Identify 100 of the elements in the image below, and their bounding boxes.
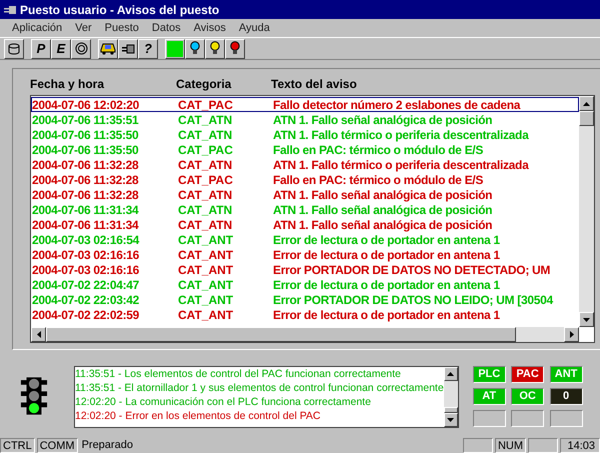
- down-arrow-icon: [583, 318, 590, 322]
- table-cell-text: CAT_ANT: [178, 276, 234, 294]
- table-cell-text: CAT_ANT: [178, 232, 234, 248]
- table-cell-text: 2004-07-03 02:16:16: [32, 246, 140, 264]
- status-message: Preparado: [80, 438, 134, 453]
- table-cell-text: ATN 1. Fallo señal analógica de posición: [273, 216, 492, 234]
- log-scrollbar[interactable]: [444, 367, 458, 427]
- table-cell-text: 2004-07-06 11:35:50: [32, 126, 140, 144]
- table-cell-text: ATN 1. Fallo térmico o periferia descentralizada: [273, 126, 528, 144]
- table-cell-text: CAT_ATN: [178, 202, 234, 218]
- table-cell-text: Error de lectura o de portador en antena 1: [273, 276, 500, 294]
- table-cell-text: CAT_ATN: [178, 126, 234, 144]
- status-indicator: 0: [550, 388, 583, 405]
- window-icon: [3, 4, 17, 14]
- status-pane: NUM: [494, 438, 526, 453]
- table-cell-text: 2004-07-06 11:32:28: [32, 156, 140, 174]
- table-cell-text: 2004-07-06 11:32:28: [32, 172, 140, 188]
- toolbar-button[interactable]: [225, 38, 245, 58]
- vertical-scrollbar[interactable]: [579, 96, 594, 327]
- toolbar-button[interactable]: [71, 38, 91, 58]
- status-pane: [528, 438, 558, 453]
- empty-indicator: [472, 410, 506, 427]
- table-cell-text: 2004-07-02 22:02:59: [32, 306, 140, 324]
- status-indicator: AT: [472, 388, 506, 405]
- menu-item[interactable]: Avisos: [194, 20, 226, 36]
- message-row[interactable]: 2004-07-06 11:32:28 CAT_ATN ATN 1. Fallo térmico o periferia descentralizada: [31, 157, 579, 172]
- log-line: 12:02:20 - Error en los elementos de control del PAC: [75, 409, 322, 423]
- table-cell-text: 2004-07-02 22:04:47: [32, 276, 140, 294]
- toolbar-button[interactable]: [118, 38, 138, 58]
- status-pane: [462, 438, 493, 453]
- toolbar-button[interactable]: [4, 38, 24, 58]
- gear-icon: [74, 42, 88, 55]
- toolbar-button[interactable]: P: [31, 38, 51, 58]
- table-cell-text: 2004-07-06 11:35:50: [32, 142, 140, 158]
- toolbar-button[interactable]: E: [51, 38, 71, 58]
- up-arrow-icon: [447, 372, 454, 376]
- table-cell-text: 2004-07-06 11:35:51: [32, 112, 140, 128]
- table-cell-text: 2004-07-06 11:32:28: [32, 186, 140, 204]
- table-cell-text: 2004-07-06 11:31:34: [32, 202, 140, 218]
- column-header: Texto del aviso: [271, 76, 357, 93]
- table-cell-text: CAT_ANT: [178, 306, 234, 324]
- table-cell-text: Fallo detector número 2 eslabones de cadena: [273, 96, 520, 114]
- toolbar-button[interactable]: [205, 38, 225, 58]
- scroll-thumb[interactable]: [579, 111, 594, 126]
- status-pane: COMM: [36, 438, 78, 453]
- status-indicator: ANT: [550, 366, 583, 383]
- table-cell-text: ATN 1. Fallo térmico o periferia descentralizada: [273, 156, 528, 174]
- table-cell-text: CAT_ATN: [178, 186, 234, 204]
- car-icon: [100, 42, 116, 55]
- table-cell-text: 2004-07-03 02:16:54: [32, 232, 140, 248]
- table-cell-text: CAT_ANT: [178, 246, 234, 264]
- status-indicator: PAC: [511, 366, 544, 383]
- message-row[interactable]: 2004-07-03 02:16:16 CAT_ANT Error de lectura o de portador en antena 1: [31, 247, 579, 262]
- table-cell-text: CAT_PAC: [178, 142, 234, 158]
- status-indicator: OC: [511, 388, 544, 405]
- table-cell-text: CAT_ATN: [178, 216, 234, 234]
- menu-item[interactable]: Ver: [75, 20, 92, 36]
- toolbar-button[interactable]: [98, 38, 118, 58]
- table-cell-text: CAT_ATN: [178, 156, 234, 174]
- menu-item[interactable]: Aplicación: [12, 20, 62, 36]
- toolbar-button[interactable]: ?: [138, 38, 158, 58]
- toolbar-button[interactable]: [185, 38, 205, 58]
- table-cell-text: 2004-07-06 11:31:34: [32, 216, 140, 234]
- empty-indicator: [511, 410, 544, 427]
- table-cell-text: Error PORTADOR DE DATOS NO LEIDO; UM [30504: [273, 292, 553, 308]
- table-cell-text: Error PORTADOR DE DATOS NO DETECTADO; UM: [273, 262, 550, 278]
- menu-item[interactable]: Puesto: [104, 20, 139, 36]
- database-icon: [8, 42, 20, 54]
- right-arrow-icon: [570, 331, 574, 338]
- down-arrow-icon: [447, 418, 454, 422]
- table-cell-text: 2004-07-03 02:16:16: [32, 262, 140, 278]
- message-row[interactable]: 2004-07-06 12:02:20 CAT_PAC Fallo detector número 2 eslabones de cadena: [31, 97, 579, 112]
- message-row[interactable]: 2004-07-03 02:16:16 CAT_ANT Error PORTADOR DE DATOS NO DETECTADO; UM: [31, 262, 579, 277]
- status-pane: CTRL: [0, 438, 35, 453]
- log-line: 11:35:51 - Los elementos de control del PAC funcionan correctamente: [75, 367, 402, 381]
- menu-item[interactable]: Datos: [152, 20, 181, 36]
- table-cell-text: CAT_PAC: [178, 96, 234, 114]
- table-cell-text: 2004-07-06 12:02:20: [32, 96, 140, 114]
- window-title: Puesto usuario - Avisos del puesto: [20, 2, 220, 18]
- table-cell-text: CAT_PAC: [178, 172, 234, 188]
- table-cell-text: Error de lectura o de portador en antena 1: [273, 246, 500, 264]
- left-arrow-icon: [36, 331, 40, 338]
- column-header: Categoria: [176, 76, 232, 93]
- message-row[interactable]: 2004-07-06 11:31:34 CAT_ATN ATN 1. Fallo señal analógica de posición: [31, 217, 579, 232]
- menu-item[interactable]: Ayuda: [238, 20, 270, 36]
- message-row[interactable]: 2004-07-02 22:02:59 CAT_ANT Error de lectura o de portador en antena 1: [31, 307, 579, 322]
- table-cell-text: Error de lectura o de portador en antena 1: [273, 232, 500, 248]
- scroll-thumb[interactable]: [444, 407, 458, 413]
- column-header: Fecha y hora: [30, 76, 106, 93]
- log-line: 11:35:51 - El atornillador 1 y sus elementos de control funcionan correctamente: [75, 381, 444, 395]
- table-cell-text: 2004-07-02 22:03:42: [32, 292, 140, 308]
- empty-indicator: [550, 410, 583, 427]
- table-cell-text: CAT_ANT: [178, 262, 234, 278]
- table-cell-text: ATN 1. Fallo señal analógica de posición: [273, 112, 492, 128]
- table-cell-text: CAT_ANT: [178, 292, 234, 308]
- message-row[interactable]: 2004-07-06 11:32:28 CAT_PAC Fallo en PAC: térmico o módulo de E/S: [31, 172, 579, 187]
- plug-icon: [121, 44, 135, 54]
- table-cell-text: Error de lectura o de portador en antena 1: [273, 306, 500, 324]
- log-line: 12:02:20 - La comunicación con el PLC funciona correctamente: [75, 395, 372, 409]
- message-row[interactable]: 2004-07-06 11:32:28 CAT_ATN ATN 1. Fallo señal analógica de posición: [31, 187, 579, 202]
